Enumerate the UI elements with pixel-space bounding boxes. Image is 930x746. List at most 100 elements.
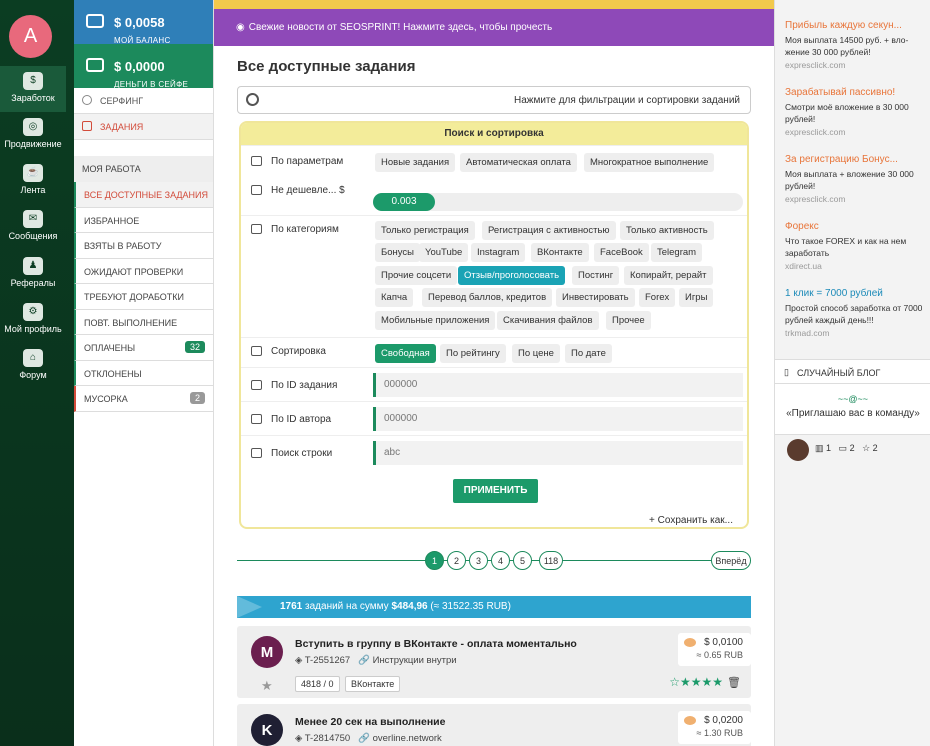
category-tag[interactable]: Instagram [471, 243, 526, 262]
task-id-input[interactable]: 000000 [373, 373, 743, 397]
work-item-repeat[interactable]: ПОВТ. ВЫПОЛНЕНИЕ [74, 309, 213, 335]
category-tag[interactable]: Игры [679, 288, 714, 307]
task-card[interactable]: M Вступить в группу в ВКонтакте - оплата… [237, 626, 751, 698]
ad-url: expresclick.com [785, 127, 846, 137]
task-title[interactable]: Вступить в группу в ВКонтакте - оплата м… [295, 638, 577, 650]
ad-title[interactable]: Зарабатывай пассивно! [785, 87, 925, 98]
ad-title[interactable]: 1 клик = 7000 рублей [785, 288, 925, 299]
sidebar-item-surfing[interactable]: СЕРФИНГ [74, 88, 213, 114]
task-avatar: M [251, 636, 283, 668]
row-sort: Сортировка Свободная По рейтингу По цене… [241, 337, 747, 367]
page-2[interactable]: 2 [447, 551, 466, 570]
param-auto-pay[interactable]: Автоматическая оплата [460, 153, 577, 172]
category-tag[interactable]: Инвестировать [556, 288, 635, 307]
category-tag[interactable]: ВКонтакте [531, 243, 589, 262]
category-tag[interactable]: Мобильные приложения [375, 311, 496, 330]
work-item-needs-rework[interactable]: ТРЕБУЮТ ДОРАБОТКИ [74, 284, 213, 310]
ad-desc: Что такое FOREX и как на нем заработать [785, 236, 907, 258]
work-item-favorites[interactable]: ИЗБРАННОЕ [74, 207, 213, 233]
ad-url: expresclick.com [785, 60, 846, 70]
news-banner[interactable]: ◉ Свежие новости от SEOSPRINT! Нажмите з… [214, 9, 774, 46]
nav-item-messages[interactable]: ✉ Сообщения [0, 210, 66, 241]
string-search-input[interactable]: abc [373, 441, 743, 465]
work-item-paid[interactable]: ОПЛАЧЕНЫ 32 [74, 335, 213, 361]
search-doc-icon [251, 448, 262, 458]
price-label: Не дешевле... $ [271, 185, 345, 196]
category-tag[interactable]: YouTube [419, 243, 469, 262]
coins-icon [684, 638, 696, 647]
param-new-tasks[interactable]: Новые задания [375, 153, 456, 172]
ad-url: expresclick.com [785, 194, 846, 204]
task-card[interactable]: K Менее 20 сек на выполнение ◈ T-2814750… [237, 704, 751, 746]
sort-option[interactable]: По цене [512, 344, 560, 363]
category-tag[interactable]: Бонусы [375, 243, 420, 262]
page-4[interactable]: 4 [491, 551, 510, 570]
page-last[interactable]: 118 [539, 551, 563, 570]
category-tag[interactable]: Только регистрация [375, 221, 475, 240]
apply-button[interactable]: ПРИМЕНИТЬ [453, 479, 538, 503]
nav-item-earnings[interactable]: $ Заработок [0, 66, 66, 112]
price-usd: $ 0,0200 [704, 715, 743, 726]
work-item-pending[interactable]: ОЖИДАЮТ ПРОВЕРКИ [74, 258, 213, 284]
ad-block[interactable]: Форекс Что такое FOREX и как на нем зара… [785, 221, 925, 271]
tasks-rub: (≈ 31522.35 RUB) [430, 601, 511, 612]
blog-body[interactable]: ~~@~~ «Приглашаю вас в команду» [775, 384, 930, 434]
nav-item-promotion[interactable]: ◎ Продвижение [0, 118, 66, 149]
trash-icon[interactable]: 🗑 [727, 676, 741, 689]
category-tag[interactable]: Копирайт, рерайт [624, 266, 713, 285]
sort-option[interactable]: По дате [565, 344, 612, 363]
page-1[interactable]: 1 [425, 551, 444, 570]
category-tag[interactable]: Скачивания файлов [497, 311, 599, 330]
category-tag[interactable]: Telegram [651, 243, 703, 262]
category-tag-selected[interactable]: Отзыв/проголосовать [458, 266, 566, 285]
category-tag[interactable]: Регистрация с активностью [482, 221, 616, 240]
ad-title[interactable]: Форекс [785, 221, 925, 232]
work-item-label: ВЗЯТЫ В РАБОТУ [84, 241, 162, 251]
ad-block[interactable]: Прибыль каждую секун... Моя выплата 1450… [785, 20, 925, 70]
chevron-icon [237, 596, 262, 618]
category-tag[interactable]: Постинг [572, 266, 620, 285]
sort-option-selected[interactable]: Свободная [375, 344, 436, 363]
work-item-trash[interactable]: МУСОРКА 2 [74, 386, 213, 412]
nav-item-feed[interactable]: ☕ Лента [0, 164, 66, 195]
save-as-link[interactable]: + Сохранить как... [649, 515, 733, 526]
category-tag[interactable]: Forex [639, 288, 676, 307]
sort-option[interactable]: По рейтингу [440, 344, 506, 363]
task-title[interactable]: Менее 20 сек на выполнение [295, 716, 445, 728]
wallet-icon [86, 14, 104, 28]
price-slider-handle[interactable]: 0.003 [373, 193, 435, 211]
category-tag[interactable]: Перевод баллов, кредитов [422, 288, 553, 307]
category-tag[interactable]: Прочее [606, 311, 651, 330]
user-avatar[interactable]: A [9, 15, 52, 58]
ad-title[interactable]: Прибыль каждую секун... [785, 20, 925, 31]
row-string-search: Поиск строки abc [241, 435, 747, 469]
sidebar-item-tasks[interactable]: ЗАДАНИЯ [74, 114, 213, 140]
safe-block[interactable]: $ 0,0000 ДЕНЬГИ В СЕЙФЕ [74, 44, 213, 89]
price-slider[interactable]: 0.003 [373, 193, 743, 211]
category-tag[interactable]: Прочие соцсети [375, 266, 458, 285]
next-page-button[interactable]: Вперёд [711, 551, 751, 570]
nav-item-forum[interactable]: ⌂ Форум [0, 349, 66, 380]
ad-block[interactable]: 1 клик = 7000 рублей Простой способ зара… [785, 288, 925, 338]
work-item-all[interactable]: ВСЕ ДОСТУПНЫЕ ЗАДАНИЯ [74, 182, 213, 208]
ad-title[interactable]: За регистрацию Бонус... [785, 154, 925, 165]
blog-author-avatar[interactable] [787, 439, 809, 461]
nav-item-profile[interactable]: ⚙ Мой профиль [0, 303, 66, 334]
nav-item-referrals[interactable]: ♟ Рефералы [0, 257, 66, 288]
work-item-in-progress[interactable]: ВЗЯТЫ В РАБОТУ [74, 233, 213, 259]
ad-block[interactable]: За регистрацию Бонус... Моя выплата + вл… [785, 154, 925, 204]
author-id-input[interactable]: 000000 [373, 407, 743, 431]
param-multiple[interactable]: Многократное выполнение [584, 153, 715, 172]
balance-block[interactable]: $ 0,0058 МОЙ БАЛАНС [74, 0, 213, 45]
page-3[interactable]: 3 [469, 551, 488, 570]
ad-block[interactable]: Зарабатывай пассивно! Смотри моё вложени… [785, 87, 925, 137]
category-tag[interactable]: Капча [375, 288, 414, 307]
page-5[interactable]: 5 [513, 551, 532, 570]
category-tag[interactable]: FaceBook [594, 243, 649, 262]
work-item-rejected[interactable]: ОТКЛОНЕНЫ [74, 360, 213, 386]
task-id-label: По ID задания [271, 380, 338, 391]
category-tag[interactable]: Только активность [620, 221, 714, 240]
favorite-star-icon[interactable]: ★ [261, 678, 273, 694]
blog-title[interactable]: «Приглашаю вас в команду» [775, 408, 930, 419]
filter-toggle-bar[interactable]: Нажмите для фильтрации и сортировки зада… [237, 86, 751, 114]
